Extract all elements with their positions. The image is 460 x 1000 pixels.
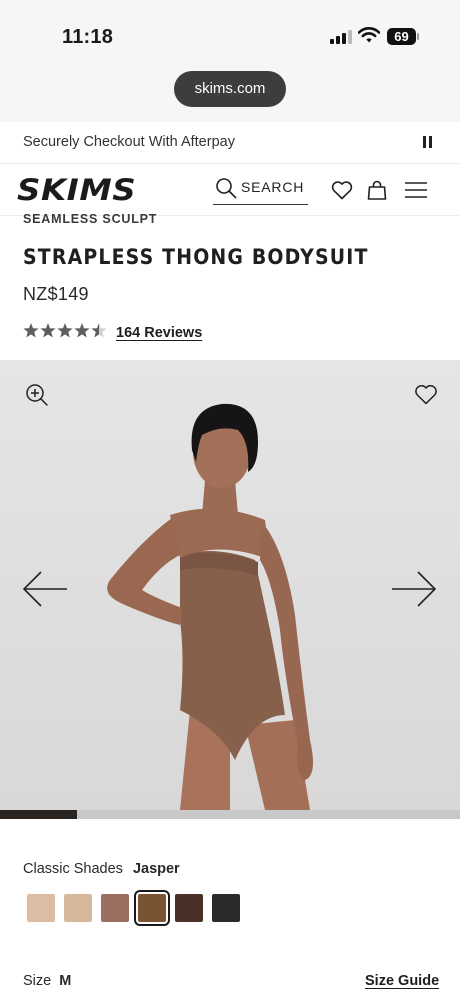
bag-icon[interactable] bbox=[365, 178, 389, 202]
battery-icon: 69 bbox=[387, 28, 419, 45]
search-icon bbox=[216, 178, 237, 199]
star-icon bbox=[23, 323, 39, 338]
status-bar: 11:18 69 bbox=[0, 0, 460, 62]
shade-swatch[interactable] bbox=[212, 894, 240, 922]
shade-swatch[interactable] bbox=[101, 894, 129, 922]
size-row: Size M bbox=[23, 973, 71, 989]
product-price: NZ$149 bbox=[23, 284, 89, 304]
product-image bbox=[107, 403, 314, 810]
search-button[interactable]: SEARCH bbox=[213, 175, 308, 205]
signal-icon bbox=[330, 30, 352, 44]
selected-size: M bbox=[59, 973, 72, 989]
search-label: SEARCH bbox=[241, 179, 305, 195]
status-time: 11:18 bbox=[62, 26, 114, 48]
menu-icon[interactable] bbox=[404, 178, 428, 202]
arrow-right-icon[interactable] bbox=[391, 570, 437, 608]
shade-swatch[interactable] bbox=[27, 894, 55, 922]
size-guide-link[interactable]: Size Guide bbox=[365, 973, 439, 989]
shade-swatch[interactable] bbox=[175, 894, 203, 922]
product-gallery[interactable] bbox=[0, 360, 460, 810]
pause-icon[interactable] bbox=[423, 136, 433, 149]
star-icon bbox=[74, 323, 90, 338]
selected-shade: Jasper bbox=[132, 861, 180, 877]
promo-text[interactable]: Securely Checkout With Afterpay bbox=[23, 134, 235, 150]
shade-swatch[interactable] bbox=[64, 894, 92, 922]
reviews-link[interactable]: 164 Reviews bbox=[116, 325, 202, 341]
favorite-heart-icon[interactable] bbox=[414, 383, 438, 405]
promo-banner: Securely Checkout With Afterpay bbox=[0, 122, 460, 164]
star-icon bbox=[40, 323, 56, 338]
rating-stars[interactable] bbox=[23, 322, 107, 340]
wifi-icon bbox=[358, 27, 380, 43]
url-pill[interactable]: skims.com bbox=[174, 71, 286, 107]
product-title: STRAPLESS THONG BODYSUIT bbox=[23, 245, 369, 269]
size-label: Size bbox=[23, 973, 52, 989]
site-header: SKIMS SEARCH bbox=[0, 164, 460, 216]
heart-icon[interactable] bbox=[330, 178, 354, 202]
collection-label: SEAMLESS SCULPT bbox=[23, 212, 158, 226]
battery-level: 69 bbox=[387, 28, 416, 45]
gallery-progress-fill bbox=[0, 810, 77, 819]
zoom-in-icon[interactable] bbox=[25, 383, 49, 407]
arrow-left-icon[interactable] bbox=[22, 570, 68, 608]
shade-swatch[interactable] bbox=[134, 890, 170, 926]
browser-bar: skims.com bbox=[0, 62, 460, 122]
star-icon bbox=[91, 323, 107, 338]
gallery-progress bbox=[0, 810, 460, 819]
shade-row: Classic Shades Jasper bbox=[23, 861, 180, 877]
star-icon bbox=[57, 323, 73, 338]
shade-label: Classic Shades bbox=[23, 861, 123, 877]
logo[interactable]: SKIMS bbox=[17, 173, 136, 207]
